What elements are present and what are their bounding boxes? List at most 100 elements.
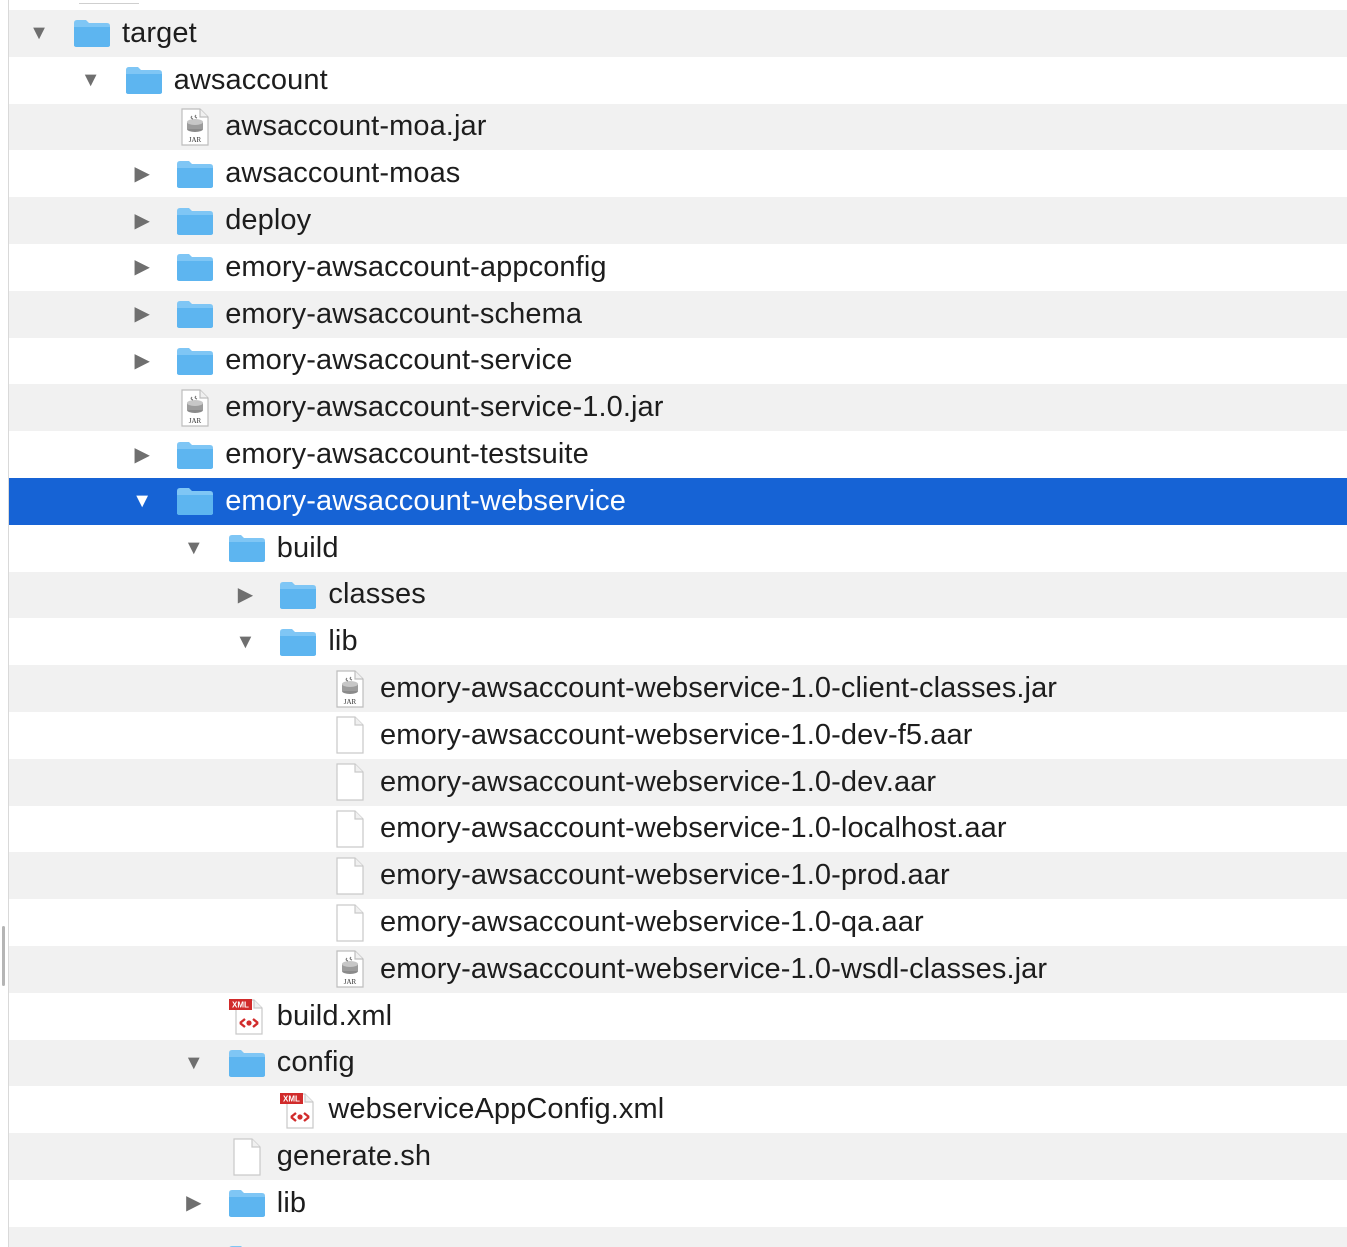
tree-row-label: awsaccount-moa.jar: [225, 110, 487, 143]
disclosure-expanded-icon[interactable]: ▼: [183, 537, 205, 559]
tree-row[interactable]: ▼ config: [9, 1039, 1347, 1087]
tree-row-label: config: [276, 1046, 355, 1079]
tree-row-label: lib: [276, 1186, 307, 1219]
tree-row-label: emory-awsaccount-webservice-1.0-client-c…: [380, 672, 1058, 705]
tree-row[interactable]: JAR emory-awsaccount-service-1.0.jar: [9, 384, 1347, 432]
folder-icon: [278, 624, 318, 660]
document-icon: [330, 810, 370, 848]
svg-text:XML: XML: [283, 1094, 300, 1103]
tree-row[interactable]: ▶ emory-awsaccount-appconfig: [9, 244, 1347, 291]
svg-text:JAR: JAR: [189, 136, 202, 144]
folder-icon: [227, 1241, 267, 1247]
tree-row-label: deploy: [225, 204, 312, 237]
folder-icon: [175, 249, 215, 285]
document-icon: [227, 1137, 267, 1176]
folder-icon: [227, 1045, 267, 1081]
tree-row-label: lib: [328, 625, 358, 658]
file-tree[interactable]: ▼ target ▼ awsaccount JAR awsaccount-moa.…: [9, 10, 1347, 1247]
disclosure-collapsed-icon[interactable]: ▶: [131, 350, 153, 372]
tree-row-label: classes: [328, 578, 426, 611]
folder-icon: [227, 1185, 267, 1221]
svg-text:JAR: JAR: [344, 698, 357, 706]
document-icon: [330, 903, 370, 942]
folder-icon: [227, 530, 267, 566]
scrollbar-knob[interactable]: [2, 926, 5, 986]
folder-icon: [175, 343, 215, 379]
disclosure-expanded-icon[interactable]: ▼: [234, 631, 256, 653]
tree-row[interactable]: ▶ emory-awsaccount-testsuite: [9, 431, 1347, 478]
jar-file-icon: JAR: [330, 950, 370, 988]
tree-row-label: emory-awsaccount-testsuite: [225, 438, 589, 471]
tree-row[interactable]: ▶ classes: [9, 571, 1347, 619]
tree-row[interactable]: XML build.xml: [9, 993, 1347, 1040]
disclosure-collapsed-icon[interactable]: ▶: [131, 210, 153, 232]
xml-file-icon: XML: [227, 998, 267, 1035]
folder-icon: [278, 577, 318, 613]
disclosure-collapsed-icon[interactable]: ▶: [131, 444, 153, 466]
tree-row[interactable]: ▼ target: [9, 10, 1347, 57]
tree-row-label: build.xml: [276, 999, 393, 1032]
tree-row[interactable]: emory-awsaccount-webservice-1.0-localhos…: [9, 806, 1347, 853]
folder-icon: [72, 15, 112, 51]
folder-icon: [175, 156, 215, 192]
tree-row-label: emory-awsaccount-service-1.0.jar: [225, 391, 664, 424]
tree-row-label: emory-awsaccount-webservice-1.0-qa.aar: [380, 906, 924, 939]
document-icon: [330, 763, 370, 801]
tree-row[interactable]: ▶ lib: [9, 1180, 1347, 1227]
tree-row[interactable]: emory-awsaccount-webservice-1.0-prod.aar: [9, 852, 1347, 900]
tree-row[interactable]: ▶ emory-awsaccount-service: [9, 338, 1347, 385]
disclosure-collapsed-icon[interactable]: ▶: [183, 1192, 205, 1214]
disclosure-collapsed-icon[interactable]: ▶: [131, 256, 153, 278]
tree-row[interactable]: ▶ deploy: [9, 197, 1347, 244]
svg-text:JAR: JAR: [189, 417, 202, 425]
disclosure-expanded-icon[interactable]: ▼: [183, 1052, 205, 1074]
xml-file-icon: XML: [278, 1092, 318, 1129]
document-icon: [330, 716, 370, 754]
tree-row[interactable]: ▼ awsaccount: [9, 57, 1347, 104]
tree-row[interactable]: JAR emory-awsaccount-webservice-1.0-clie…: [9, 665, 1347, 712]
jar-file-icon: JAR: [175, 389, 215, 427]
tree-row[interactable]: ▶ resources: [9, 1226, 1347, 1247]
disclosure-expanded-icon[interactable]: ▼: [28, 22, 50, 44]
tree-row[interactable]: JAR emory-awsaccount-webservice-1.0-wsdl…: [9, 945, 1347, 993]
tree-row-label: resources: [277, 1243, 405, 1247]
tree-row[interactable]: JAR awsaccount-moa.jar: [9, 103, 1347, 151]
svg-text:JAR: JAR: [344, 978, 357, 986]
folder-icon: [175, 203, 215, 239]
tree-row[interactable]: emory-awsaccount-webservice-1.0-dev-f5.a…: [9, 712, 1347, 759]
document-icon: [330, 857, 370, 895]
jar-file-icon: JAR: [175, 108, 215, 146]
tree-row-label: target: [122, 16, 197, 49]
svg-text:XML: XML: [232, 1001, 249, 1010]
tree-row-label: emory-awsaccount-appconfig: [225, 250, 607, 283]
tree-row[interactable]: generate.sh: [9, 1133, 1347, 1180]
left-panel-edge: [0, 0, 9, 1247]
folder-icon: [175, 483, 215, 519]
disclosure-collapsed-icon[interactable]: ▶: [131, 303, 153, 325]
disclosure-expanded-icon[interactable]: ▼: [131, 490, 153, 512]
tree-row[interactable]: emory-awsaccount-webservice-1.0-qa.aar: [9, 899, 1347, 946]
folder-icon: [124, 62, 164, 98]
tree-row[interactable]: ▼ lib: [9, 618, 1347, 665]
tree-row-label: awsaccount-moas: [225, 157, 461, 190]
tree-row-label: emory-awsaccount-webservice-1.0-wsdl-cla…: [380, 952, 1048, 985]
tree-row[interactable]: ▶ awsaccount-moas: [9, 150, 1347, 197]
tree-row-label: generate.sh: [276, 1140, 432, 1173]
tree-row-label: emory-awsaccount-webservice-1.0-prod.aar: [380, 859, 950, 892]
tree-row[interactable]: XML webserviceAppConfig.xml: [9, 1086, 1347, 1133]
tree-row[interactable]: emory-awsaccount-webservice-1.0-dev.aar: [9, 758, 1347, 806]
tree-row[interactable]: ▶ emory-awsaccount-schema: [9, 290, 1347, 338]
disclosure-collapsed-icon[interactable]: ▶: [131, 163, 153, 185]
tree-row-label: emory-awsaccount-webservice-1.0-dev-f5.a…: [380, 718, 973, 751]
tree-row-label: emory-awsaccount-schema: [225, 297, 583, 330]
clipped-previous-row: [9, 0, 1347, 10]
tree-row-label: emory-awsaccount-service: [225, 344, 573, 377]
tree-row[interactable]: ▼ emory-awsaccount-webservice: [9, 477, 1347, 525]
folder-icon: [175, 437, 215, 473]
tree-row-label: emory-awsaccount-webservice-1.0-localhos…: [380, 812, 1007, 845]
jar-file-icon: JAR: [330, 669, 370, 708]
tree-row-label: build: [276, 531, 339, 564]
disclosure-collapsed-icon[interactable]: ▶: [234, 584, 256, 606]
disclosure-expanded-icon[interactable]: ▼: [80, 69, 102, 91]
tree-row[interactable]: ▼ build: [9, 525, 1347, 572]
